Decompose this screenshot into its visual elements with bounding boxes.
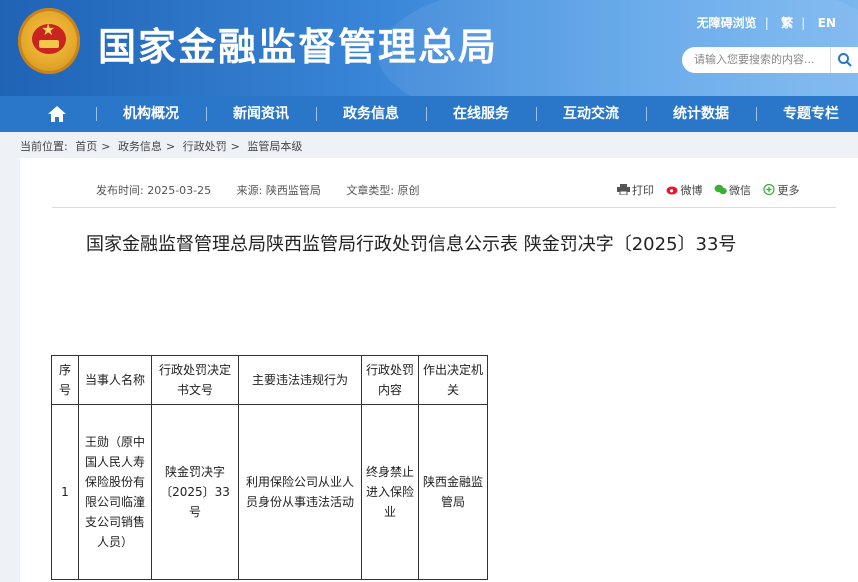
table-header-row: 序号 当事人名称 行政处罚决定书文号 主要违法违规行为 行政处罚内容 作出决定机… bbox=[51, 355, 488, 405]
article-source: 来源: 陕西监管局 bbox=[236, 184, 321, 197]
more-label: 更多 bbox=[777, 184, 800, 197]
search-input[interactable]: 请输入您要搜索的内容... bbox=[682, 47, 830, 73]
article-type: 文章类型: 原创 bbox=[346, 184, 420, 197]
breadcrumb-label: 当前位置: bbox=[20, 140, 68, 153]
accessibility-link[interactable]: 无障碍浏览 bbox=[697, 16, 757, 30]
cell-authority: 陕西金融监管局 bbox=[418, 404, 488, 580]
nav-item-topics[interactable]: 专题专栏 bbox=[768, 96, 854, 132]
search-button[interactable] bbox=[830, 47, 858, 73]
nav-item-interaction[interactable]: 互动交流 bbox=[548, 96, 634, 132]
site-title[interactable]: 国家金融监督管理总局 bbox=[98, 16, 498, 71]
print-button[interactable]: 打印 bbox=[617, 182, 654, 198]
header-penalty-content: 行政处罚内容 bbox=[361, 355, 419, 405]
weibo-button[interactable]: 微博 bbox=[666, 182, 703, 198]
weibo-label: 微博 bbox=[680, 184, 703, 197]
print-label: 打印 bbox=[632, 184, 654, 197]
article-meta: 发布时间: 2025-03-25 来源: 陕西监管局 文章类型: 原创 bbox=[96, 182, 442, 198]
printer-icon bbox=[617, 184, 630, 195]
search-icon bbox=[838, 53, 852, 67]
share-tools: 打印 微博 微信 更多 bbox=[617, 182, 808, 198]
cell-party-name: 王勋（原中国人民人寿保险股份有限公司临潼支公司销售人员） bbox=[78, 404, 152, 580]
main-nav: 机构概况 新闻资讯 政务信息 在线服务 互动交流 统计数据 专题专栏 bbox=[0, 96, 858, 132]
breadcrumb-penalties[interactable]: 行政处罚 bbox=[183, 140, 227, 153]
nav-item-statistics[interactable]: 统计数据 bbox=[658, 96, 744, 132]
national-emblem-icon[interactable]: ★ bbox=[18, 8, 80, 74]
weibo-icon bbox=[666, 186, 677, 195]
publish-time: 发布时间: 2025-03-25 bbox=[96, 184, 212, 197]
plus-circle-icon bbox=[762, 184, 775, 195]
nav-item-online-services[interactable]: 在线服务 bbox=[438, 96, 524, 132]
cell-violation: 利用保险公司从业人员身份从事违法活动 bbox=[238, 404, 362, 580]
breadcrumb: 当前位置: 首页 > 政务信息 > 行政处罚 > 监管局本级 bbox=[20, 138, 306, 154]
wechat-icon bbox=[714, 184, 727, 195]
breadcrumb-separator: > bbox=[101, 140, 111, 153]
cell-decision-number: 陕金罚决字〔2025〕33号 bbox=[151, 404, 239, 580]
table-row: 1 王勋（原中国人民人寿保险股份有限公司临潼支公司销售人员） 陕金罚决字〔202… bbox=[51, 404, 488, 580]
header-violation: 主要违法违规行为 bbox=[238, 355, 362, 405]
wechat-button[interactable]: 微信 bbox=[714, 182, 751, 198]
breadcrumb-separator: > bbox=[230, 140, 240, 153]
home-icon[interactable] bbox=[47, 104, 67, 124]
nav-item-news[interactable]: 新闻资讯 bbox=[218, 96, 304, 132]
divider bbox=[52, 207, 836, 208]
nav-item-government-info[interactable]: 政务信息 bbox=[328, 96, 414, 132]
top-links: 无障碍浏览 | 繁 | EN bbox=[696, 16, 836, 30]
more-button[interactable]: 更多 bbox=[762, 182, 800, 198]
header-serial: 序号 bbox=[51, 355, 79, 405]
cell-penalty-content: 终身禁止进入保险业 bbox=[361, 404, 419, 580]
traditional-chinese-link[interactable]: 繁 bbox=[781, 16, 793, 30]
breadcrumb-government-info[interactable]: 政务信息 bbox=[118, 140, 162, 153]
wechat-label: 微信 bbox=[729, 184, 751, 197]
breadcrumb-bureau[interactable]: 监管局本级 bbox=[247, 140, 302, 153]
article-title: 国家金融监督管理总局陕西监管局行政处罚信息公示表 陕金罚决字〔2025〕33号 bbox=[86, 234, 737, 255]
header-decision-number: 行政处罚决定书文号 bbox=[151, 355, 239, 405]
header-authority: 作出决定机关 bbox=[418, 355, 488, 405]
penalty-table: 序号 当事人名称 行政处罚决定书文号 主要违法违规行为 行政处罚内容 作出决定机… bbox=[51, 355, 488, 580]
english-link[interactable]: EN bbox=[818, 16, 836, 30]
cell-serial: 1 bbox=[51, 404, 79, 580]
breadcrumb-separator: > bbox=[165, 140, 176, 153]
nav-item-about[interactable]: 机构概况 bbox=[108, 96, 194, 132]
header-party-name: 当事人名称 bbox=[78, 355, 152, 405]
breadcrumb-home[interactable]: 首页 bbox=[75, 140, 97, 153]
